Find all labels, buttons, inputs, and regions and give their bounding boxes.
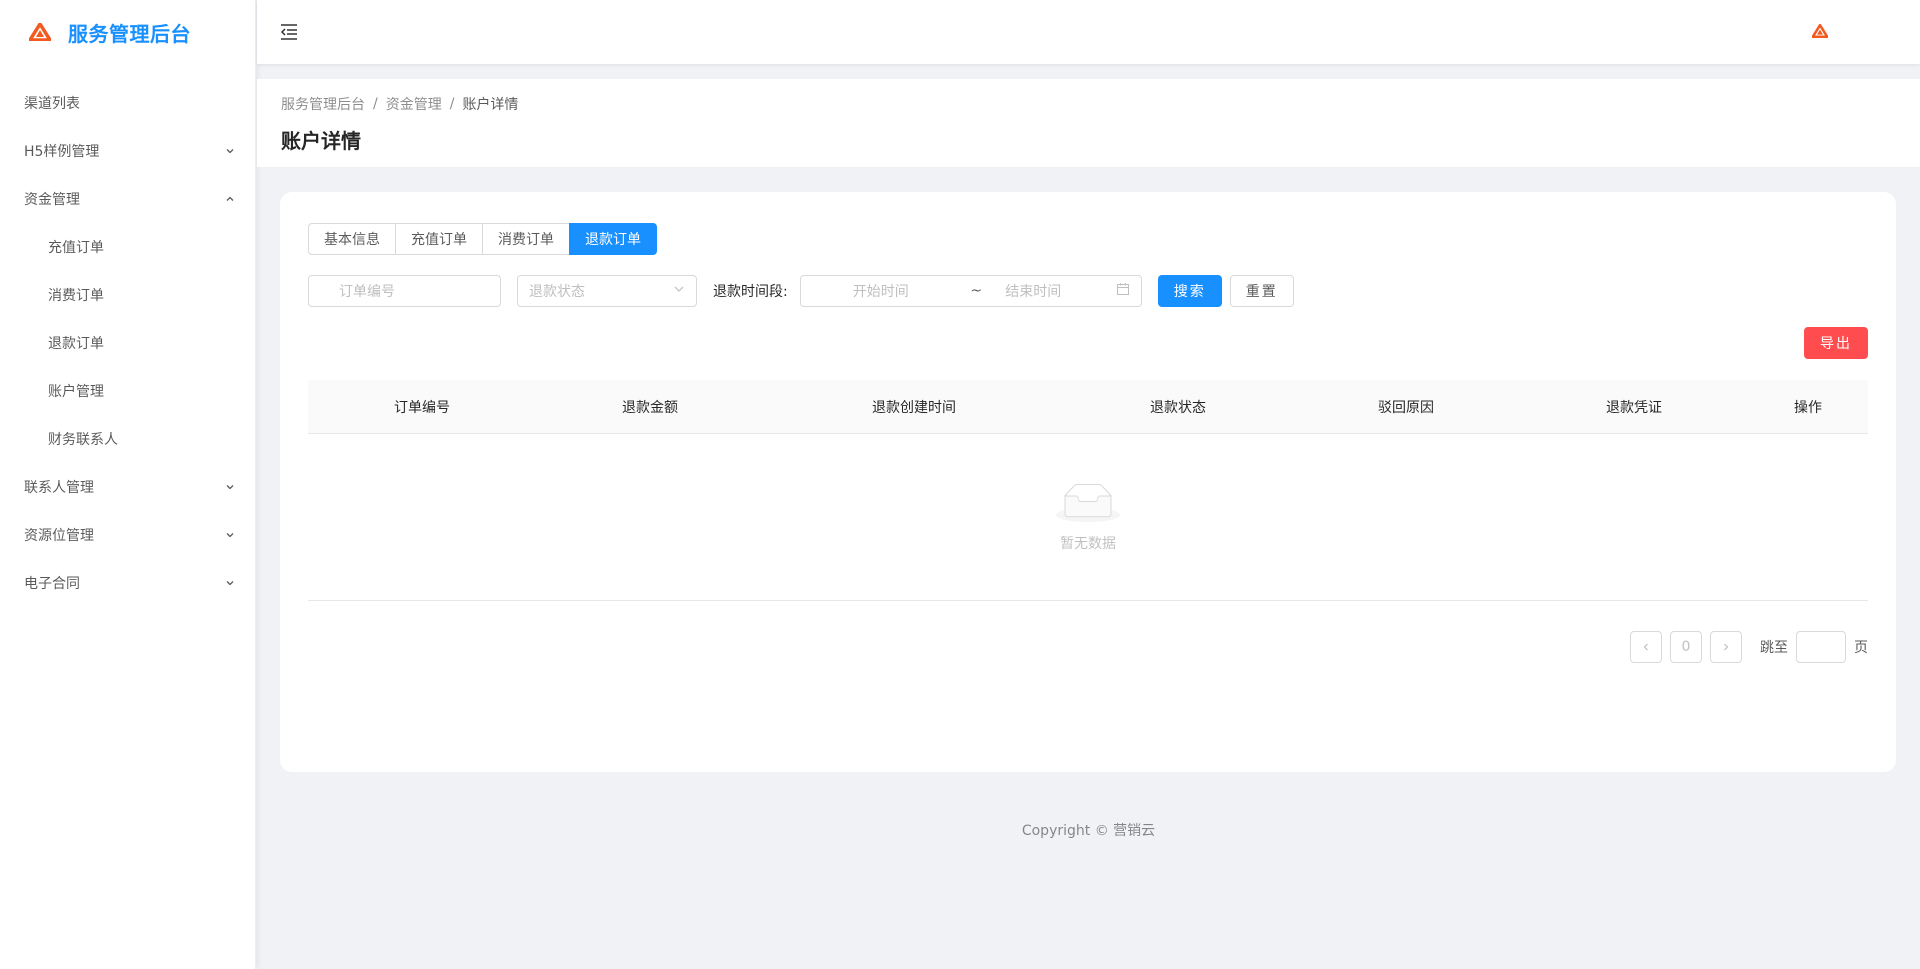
sidebar-item-label: 资源位管理 [24, 528, 94, 544]
content-card: 基本信息 充值订单 消费订单 退款订单 订单编号 退款状态 退款时间段: 开始时… [280, 192, 1896, 772]
sidebar-item-label: 充值订单 [48, 240, 104, 256]
sidebar-item-consume-orders[interactable]: 消费订单 [0, 271, 255, 319]
export-button[interactable]: 导出 [1804, 327, 1868, 359]
sidebar-item-label: 退款订单 [48, 336, 104, 352]
jump-unit: 页 [1854, 640, 1868, 656]
sidebar-item-resource-slots[interactable]: 资源位管理 [0, 511, 255, 559]
chevron-down-icon [225, 482, 235, 492]
sidebar-item-label: 账户管理 [48, 384, 104, 400]
sidebar-item-refund-orders[interactable]: 退款订单 [0, 319, 255, 367]
empty-inbox-icon [1056, 482, 1120, 527]
jump-label: 跳至 [1760, 640, 1788, 656]
chevron-down-icon [225, 578, 235, 588]
top-header [257, 0, 1920, 64]
tab-refund-orders[interactable]: 退款订单 [569, 223, 657, 255]
chevron-down-icon [225, 530, 235, 540]
sidebar-item-h5-samples[interactable]: H5样例管理 [0, 127, 255, 175]
sidebar-item-label: 消费订单 [48, 288, 104, 304]
breadcrumb-item[interactable]: 资金管理 [386, 94, 442, 114]
search-button[interactable]: 搜索 [1157, 275, 1222, 307]
page-title: 账户详情 [281, 129, 361, 153]
next-page-button[interactable] [1710, 631, 1742, 663]
sidebar-item-finance-contacts[interactable]: 财务联系人 [0, 415, 255, 463]
pagination: 0 跳至 页 [308, 631, 1868, 663]
sidebar-item-label: 财务联系人 [48, 432, 118, 448]
footer-copyright: Copyright © 营销云 [1021, 823, 1156, 839]
column-header: 退款创建时间 [872, 399, 956, 416]
breadcrumb: 服务管理后台 / 资金管理 / 账户详情 [281, 93, 1896, 115]
breadcrumb-separator: / [449, 96, 455, 112]
column-header: 驳回原因 [1378, 399, 1434, 416]
chevron-down-icon [225, 146, 235, 156]
tab-basic-info[interactable]: 基本信息 [308, 223, 396, 255]
column-header: 操作 [1794, 399, 1822, 416]
breadcrumb-item[interactable]: 服务管理后台 [281, 94, 365, 114]
chevron-up-icon [225, 194, 235, 204]
prev-page-button[interactable] [1630, 631, 1662, 663]
select-placeholder: 退款状态 [529, 284, 585, 300]
sidebar: 服务管理后台 渠道列表 H5样例管理 资金管理 充值订单 消费订单 退款订单 账… [0, 0, 256, 969]
tab-group: 基本信息 充值订单 消费订单 退款订单 [308, 223, 1868, 255]
filter-bar: 订单编号 退款状态 退款时间段: 开始时间 ~ 结束时间 搜索 重置 [308, 275, 1868, 307]
page-header: 服务管理后台 / 资金管理 / 账户详情 账户详情 [257, 79, 1920, 167]
sidebar-item-label: 联系人管理 [24, 480, 94, 496]
tab-consume-orders[interactable]: 消费订单 [482, 223, 570, 255]
sidebar-item-e-contract[interactable]: 电子合同 [0, 559, 255, 607]
sidebar-item-channel-list[interactable]: 渠道列表 [0, 79, 255, 127]
column-header: 退款金额 [622, 399, 678, 416]
sidebar-item-label: 资金管理 [24, 192, 80, 208]
sidebar-item-contacts[interactable]: 联系人管理 [0, 463, 255, 511]
page-number[interactable]: 0 [1670, 631, 1702, 663]
empty-text: 暂无数据 [1060, 535, 1116, 552]
column-header: 订单编号 [394, 399, 450, 416]
refund-table: 订单编号 退款金额 退款创建时间 退款状态 驳回原因 退款凭证 操作 暂无数据 [308, 380, 1868, 601]
logo-icon [28, 20, 52, 44]
breadcrumb-separator: / [373, 96, 378, 112]
sidebar-item-label: 电子合同 [24, 576, 80, 592]
sidebar-item-recharge-orders[interactable]: 充值订单 [0, 223, 255, 271]
column-header: 退款凭证 [1606, 399, 1662, 416]
sidebar-item-label: 渠道列表 [24, 96, 80, 112]
table-empty-state: 暂无数据 [308, 434, 1868, 601]
start-time-input[interactable]: 开始时间 [853, 281, 958, 301]
avatar[interactable] [1811, 23, 1829, 40]
end-time-input[interactable]: 结束时间 [1005, 281, 1110, 301]
app-title: 服务管理后台 [68, 21, 191, 46]
reset-button[interactable]: 重置 [1229, 275, 1294, 307]
sidebar-item-account-management[interactable]: 账户管理 [0, 367, 255, 415]
export-row: 导出 [308, 327, 1868, 359]
table-header: 订单编号 退款金额 退款创建时间 退款状态 驳回原因 退款凭证 操作 [308, 380, 1868, 434]
calendar-icon [1116, 282, 1130, 300]
order-no-input[interactable]: 订单编号 [308, 275, 501, 307]
chevron-down-icon [673, 283, 685, 299]
sidebar-item-label: H5样例管理 [24, 144, 100, 160]
column-header: 退款状态 [1150, 399, 1206, 416]
sidebar-item-funds[interactable]: 资金管理 [0, 175, 255, 223]
refund-time-label: 退款时间段: [713, 284, 788, 300]
sidebar-menu: 渠道列表 H5样例管理 资金管理 充值订单 消费订单 退款订单 账户管理 财务联… [0, 79, 255, 607]
refund-status-select[interactable]: 退款状态 [517, 275, 697, 307]
logo-area[interactable]: 服务管理后台 [0, 0, 255, 64]
breadcrumb-current: 账户详情 [462, 97, 519, 113]
tab-recharge-orders[interactable]: 充值订单 [395, 223, 483, 255]
menu-fold-icon[interactable] [279, 22, 299, 42]
range-separator: ~ [970, 283, 983, 299]
date-range-picker[interactable]: 开始时间 ~ 结束时间 [799, 275, 1142, 307]
jump-page-input[interactable] [1796, 631, 1846, 663]
